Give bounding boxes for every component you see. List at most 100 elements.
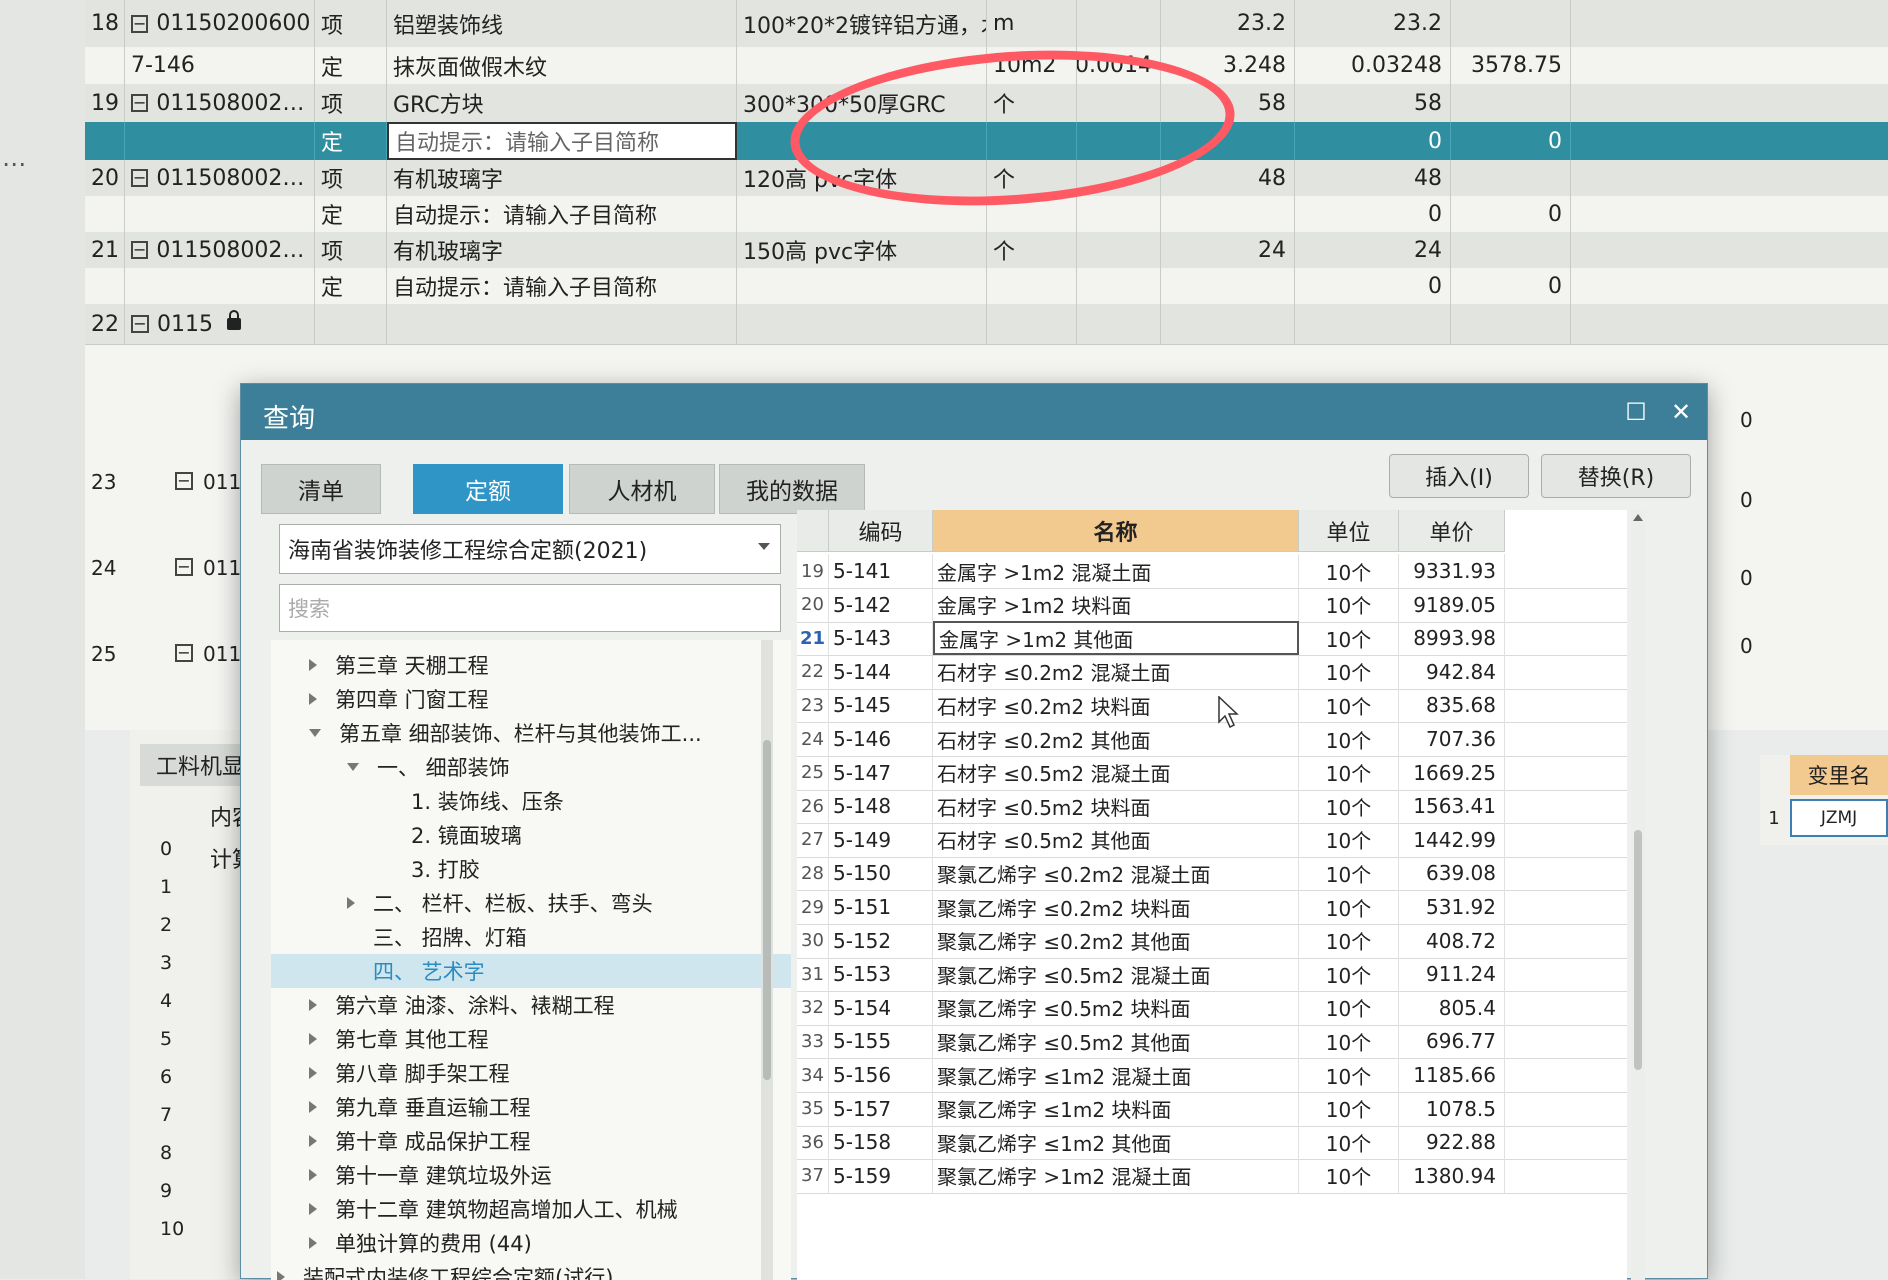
cell-name[interactable]: 石材字 ≤0.5m2 混凝土面 <box>933 755 1299 790</box>
cell-code[interactable]: 5-142 <box>829 587 933 622</box>
cell-name[interactable]: 聚氯乙烯字 ≤0.5m2 块料面 <box>933 990 1299 1025</box>
cell-price[interactable]: 1185.66 <box>1399 1058 1505 1092</box>
cell-price[interactable]: 1563.41 <box>1399 789 1505 824</box>
tree-item[interactable]: 第十一章 建筑垃圾外运 <box>271 1158 791 1192</box>
sheet-row[interactable]: 22−0115 <box>85 304 1888 345</box>
sheet-cell-num[interactable]: 22 <box>85 304 125 344</box>
table-row[interactable]: 32 5-154 聚氯乙烯字 ≤0.5m2 块料面 10个 805.4 <box>797 990 1627 1026</box>
sheet-cell-num[interactable]: 21 <box>85 232 125 268</box>
sheet-cell-desc[interactable] <box>737 304 987 344</box>
expand-icon[interactable] <box>309 693 317 705</box>
tree-item[interactable]: 二、 栏杆、栏板、扶手、弯头 <box>271 886 791 920</box>
cell-price[interactable]: 805.4 <box>1399 990 1505 1025</box>
expand-icon[interactable] <box>309 1237 317 1249</box>
dialog-title-bar[interactable]: 查询 ☐ ✕ <box>241 384 1707 440</box>
cell-name[interactable]: 聚氯乙烯字 ≤0.2m2 混凝土面 <box>933 856 1299 891</box>
cell-code[interactable]: 5-146 <box>829 722 933 756</box>
table-row[interactable]: 35 5-157 聚氯乙烯字 ≤1m2 块料面 10个 1078.5 <box>797 1091 1627 1127</box>
cell-code[interactable]: 5-144 <box>829 654 933 689</box>
cell-price[interactable]: 1442.99 <box>1399 822 1505 857</box>
table-row[interactable]: 30 5-152 聚氯乙烯字 ≤0.2m2 其他面 10个 408.72 <box>797 923 1627 959</box>
tree-scroll-thumb[interactable] <box>763 740 771 1080</box>
cell-idx[interactable]: 21 <box>797 621 829 656</box>
cell-name[interactable]: 聚氯乙烯字 ≤0.2m2 块料面 <box>933 890 1299 924</box>
cell-unit[interactable]: 10个 <box>1299 554 1399 588</box>
cell-name[interactable]: 聚氯乙烯字 >1m2 混凝土面 <box>933 1158 1299 1193</box>
cell-unit[interactable]: 10个 <box>1299 621 1399 656</box>
cell-code[interactable]: 5-158 <box>829 1125 933 1160</box>
sheet-cell-name[interactable]: 自动提示：请输入子目简称 <box>387 196 737 232</box>
cell-unit[interactable]: 10个 <box>1299 1091 1399 1126</box>
sheet-cell-qty1[interactable] <box>1077 0 1161 47</box>
cell-idx[interactable]: 19 <box>797 554 829 588</box>
cell-name[interactable]: 金属字 >1m2 混凝土面 <box>933 554 1299 588</box>
tree-item[interactable]: 1. 装饰线、压条 <box>271 784 791 818</box>
sheet-cell-code[interactable]: −011508002… <box>125 232 315 268</box>
cell-name[interactable]: 聚氯乙烯字 ≤0.5m2 混凝土面 <box>933 957 1299 992</box>
sheet-cell-qty3[interactable]: 0 <box>1295 122 1451 160</box>
expand-icon[interactable] <box>309 1067 317 1079</box>
tree-item[interactable]: 2. 镜面玻璃 <box>271 818 791 852</box>
cell-price[interactable]: 707.36 <box>1399 722 1505 756</box>
sheet-cell-qty2[interactable]: 23.2 <box>1161 0 1295 47</box>
cell-unit[interactable]: 10个 <box>1299 923 1399 958</box>
cell-unit[interactable]: 10个 <box>1299 1058 1399 1092</box>
sheet-cell-qty3[interactable]: 24 <box>1295 232 1451 268</box>
sheet-cell-name[interactable]: 抹灰面做假木纹 <box>387 47 737 84</box>
sheet-cell-desc[interactable]: 150高 pvc字体 <box>737 232 987 268</box>
expand-icon[interactable] <box>309 1169 317 1181</box>
collapse-icon[interactable]: − <box>131 14 149 33</box>
variable-value-cell[interactable]: JZMJ <box>1790 799 1888 837</box>
cell-name[interactable]: 聚氯乙烯字 ≤1m2 块料面 <box>933 1091 1299 1126</box>
cell-price[interactable]: 1078.5 <box>1399 1091 1505 1126</box>
cell-name[interactable]: 聚氯乙烯字 ≤0.2m2 其他面 <box>933 923 1299 958</box>
cell-price[interactable]: 696.77 <box>1399 1024 1505 1059</box>
cell-idx[interactable]: 25 <box>797 755 829 790</box>
expand-icon[interactable] <box>309 1135 317 1147</box>
cell-idx[interactable]: 32 <box>797 990 829 1025</box>
sheet-cell-qty2[interactable] <box>1161 196 1295 232</box>
sheet-cell-num[interactable]: 18 <box>85 0 125 47</box>
cell-name[interactable]: 金属字 >1m2 其他面 <box>933 621 1299 656</box>
sheet-cell-code[interactable]: 7-146 <box>125 47 315 84</box>
cell-idx[interactable]: 30 <box>797 923 829 958</box>
collapse-icon[interactable]: − <box>175 558 193 576</box>
cell-code[interactable]: 5-148 <box>829 789 933 824</box>
table-row[interactable]: 24 5-146 石材字 ≤0.2m2 其他面 10个 707.36 <box>797 722 1627 757</box>
sheet-cell-price[interactable]: 0 <box>1451 268 1571 304</box>
price-header[interactable]: 单价 <box>1399 510 1505 552</box>
sheet-cell-qty3[interactable]: 23.2 <box>1295 0 1451 47</box>
collapse-icon[interactable]: − <box>131 94 149 112</box>
table-row[interactable]: 22 5-144 石材字 ≤0.2m2 混凝土面 10个 942.84 <box>797 654 1627 690</box>
sheet-cell-qty3[interactable]: 0 <box>1295 196 1451 232</box>
cell-price[interactable]: 835.68 <box>1399 688 1505 723</box>
sheet-cell-name[interactable]: 有机玻璃字 <box>387 160 737 196</box>
tree-item[interactable]: 第九章 垂直运输工程 <box>271 1090 791 1124</box>
cell-unit[interactable]: 10个 <box>1299 957 1399 992</box>
tree-item[interactable]: 单独计算的费用 (44) <box>271 1226 791 1260</box>
tree-scrollbar[interactable] <box>761 640 773 1280</box>
cell-price[interactable]: 1669.25 <box>1399 755 1505 790</box>
table-scrollbar[interactable] <box>1631 510 1645 1280</box>
sheet-cell-type[interactable]: 定 <box>315 47 387 84</box>
sheet-cell-qty1[interactable] <box>1077 268 1161 304</box>
expand-icon[interactable] <box>309 1203 317 1215</box>
sheet-cell-code[interactable] <box>125 122 315 160</box>
table-row[interactable]: 26 5-148 石材字 ≤0.5m2 块料面 10个 1563.41 <box>797 789 1627 825</box>
table-row[interactable]: 23 5-145 石材字 ≤0.2m2 块料面 10个 835.68 <box>797 688 1627 724</box>
sheet-cell-qty1[interactable] <box>1077 232 1161 268</box>
sheet-cell-price[interactable] <box>1451 304 1571 344</box>
tree-item[interactable]: 第八章 脚手架工程 <box>271 1056 791 1090</box>
cell-idx[interactable]: 28 <box>797 856 829 891</box>
unit-header[interactable]: 单位 <box>1299 510 1399 552</box>
cell-idx[interactable]: 33 <box>797 1024 829 1059</box>
cell-name[interactable]: 石材字 ≤0.2m2 混凝土面 <box>933 654 1299 689</box>
sheet-cell-qty3[interactable]: 48 <box>1295 160 1451 196</box>
cell-price[interactable]: 942.84 <box>1399 654 1505 689</box>
cell-name[interactable]: 石材字 ≤0.2m2 块料面 <box>933 688 1299 723</box>
cell-code[interactable]: 5-152 <box>829 923 933 958</box>
cell-code[interactable]: 5-155 <box>829 1024 933 1059</box>
sheet-cell-price[interactable] <box>1451 160 1571 196</box>
collapse-arrow-icon[interactable] <box>309 729 321 737</box>
sheet-cell-price[interactable] <box>1451 232 1571 268</box>
